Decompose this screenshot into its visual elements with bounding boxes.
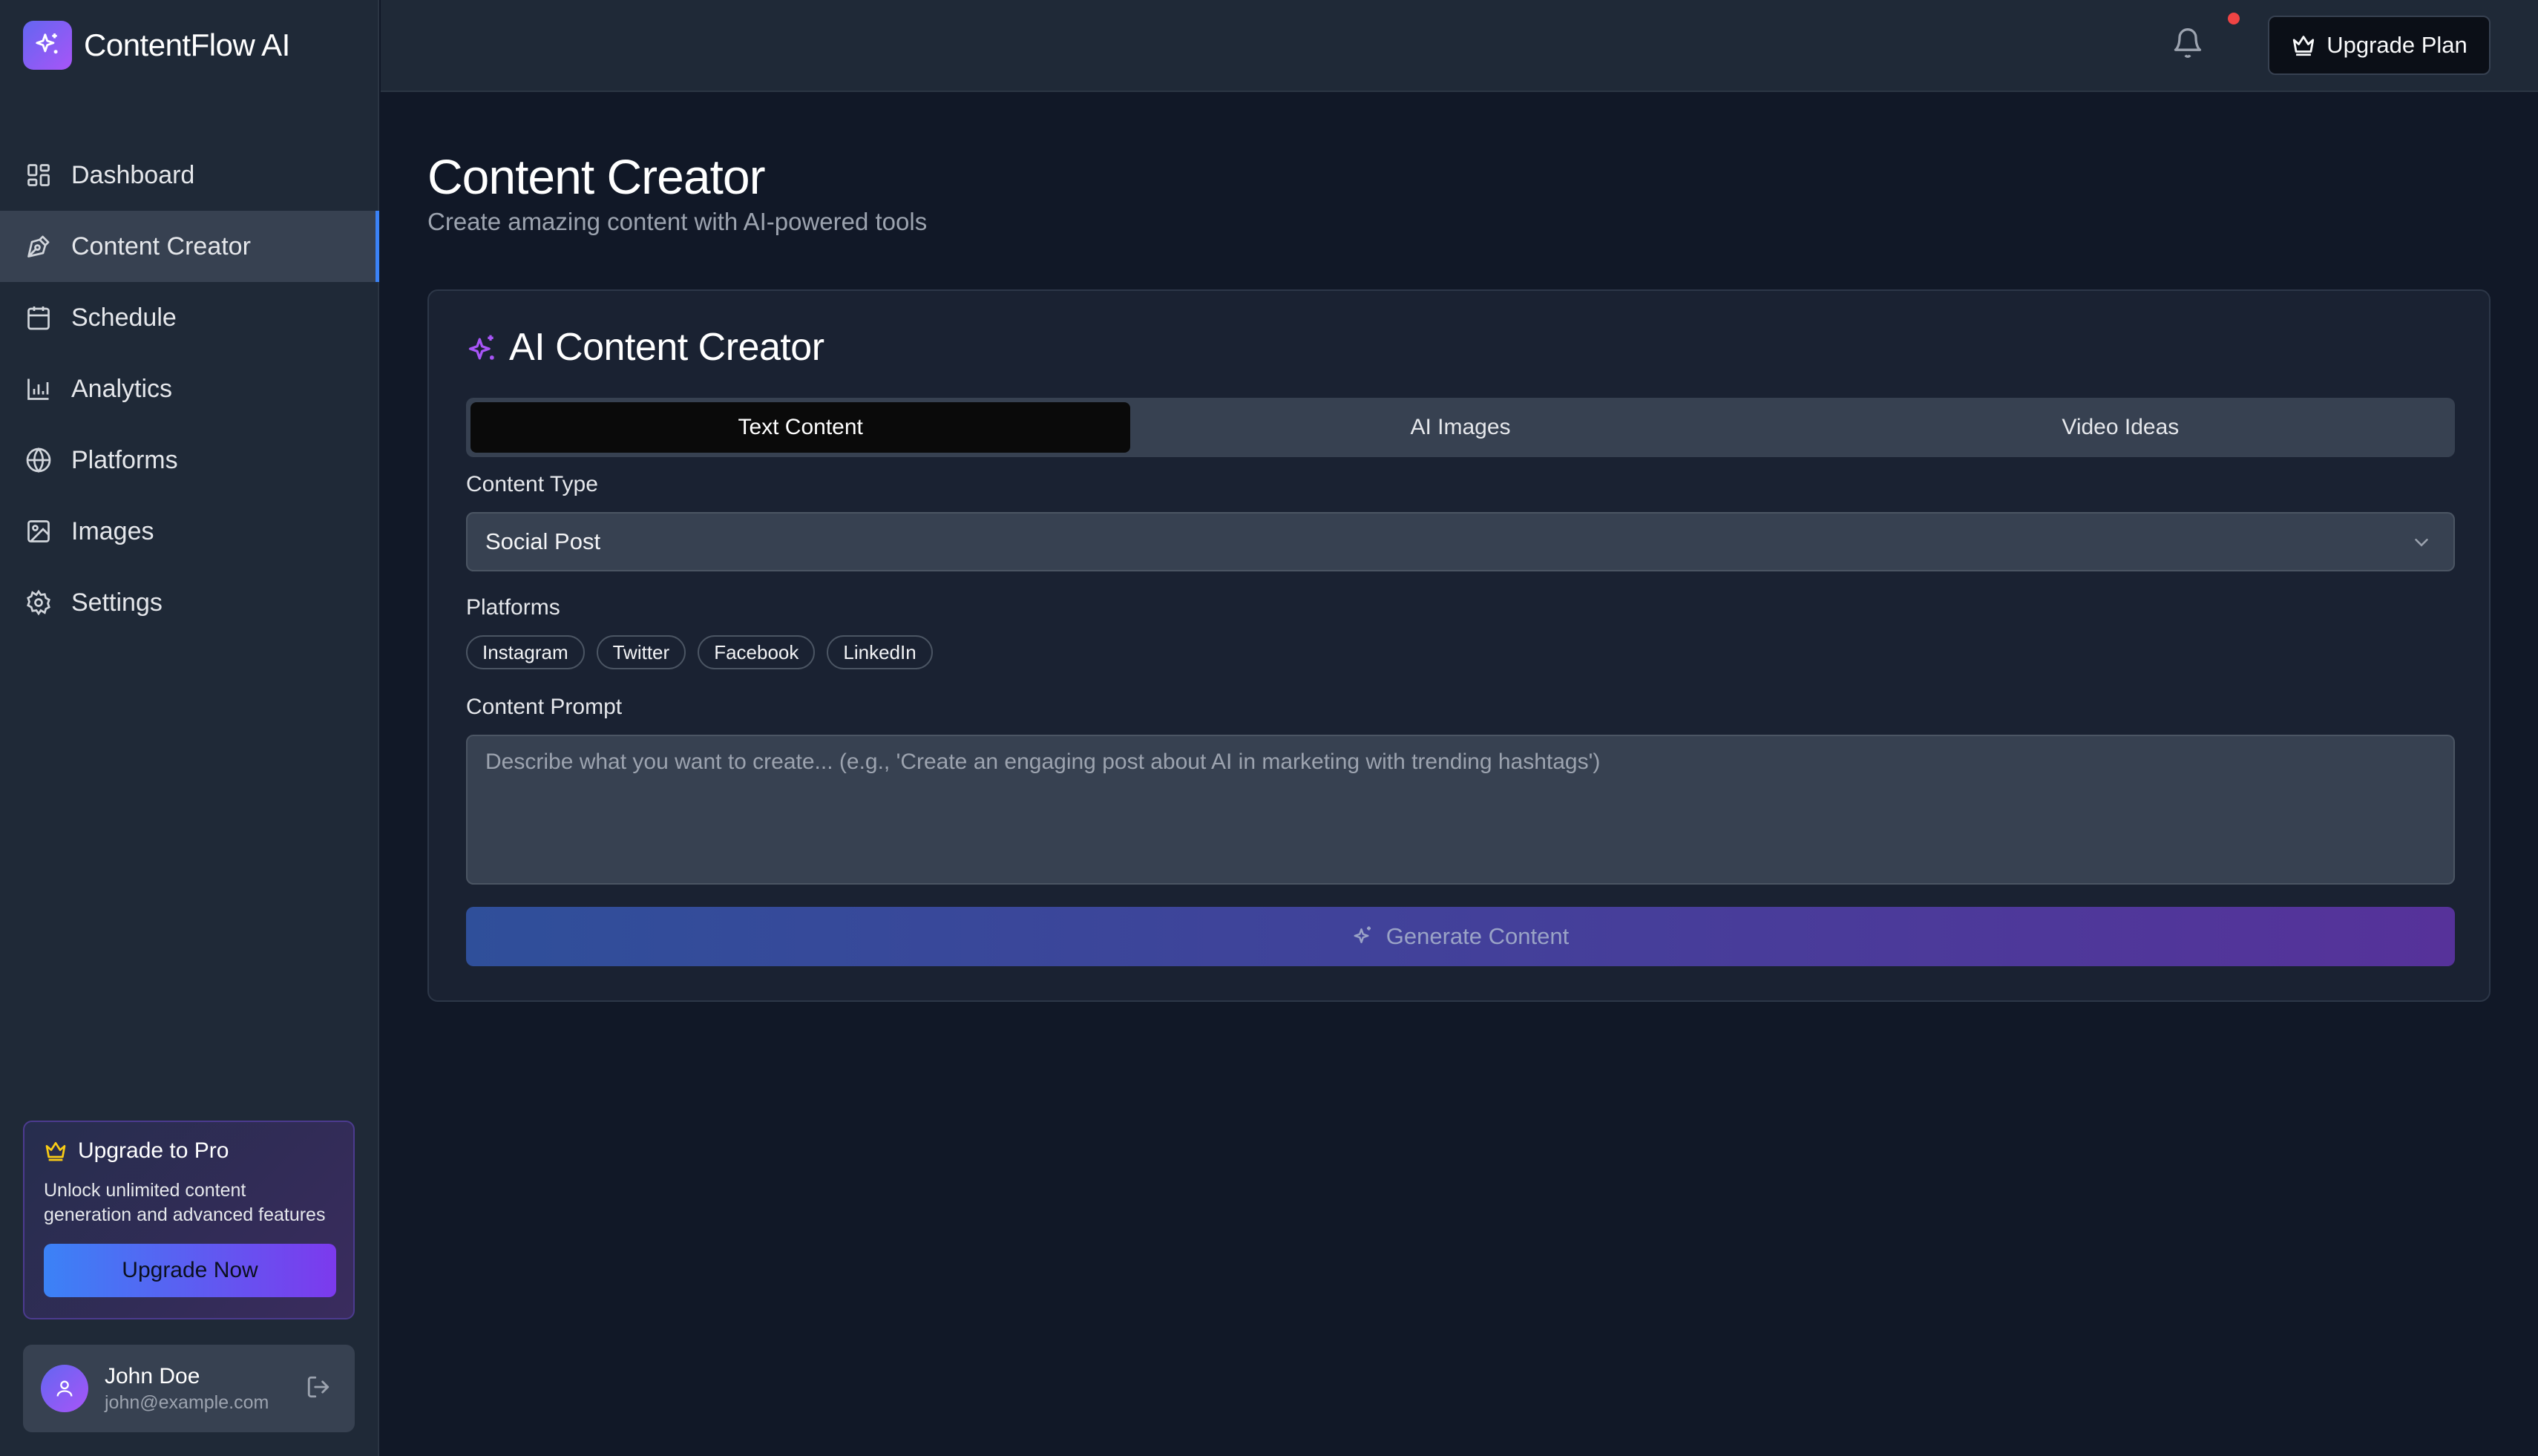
sidebar-item-schedule[interactable]: Schedule <box>0 282 379 353</box>
sidebar-item-label: Images <box>71 517 154 545</box>
tab-ai-images[interactable]: AI Images <box>1130 402 1790 453</box>
sidebar-item-label: Analytics <box>71 374 173 403</box>
generate-content-button[interactable]: Generate Content <box>466 907 2455 966</box>
avatar <box>41 1365 88 1412</box>
chevron-down-icon <box>2410 531 2434 555</box>
content-prompt-label: Content Prompt <box>466 695 623 719</box>
image-icon <box>24 517 53 546</box>
generate-content-label: Generate Content <box>1386 923 1570 949</box>
platform-chip-instagram[interactable]: Instagram <box>466 635 585 669</box>
page-title: Content Creator <box>427 149 766 204</box>
sidebar-item-images[interactable]: Images <box>0 496 379 567</box>
user-card[interactable]: John Doe john@example.com <box>23 1345 355 1432</box>
sidebar-item-label: Settings <box>71 588 163 617</box>
sidebar-item-label: Content Creator <box>71 232 251 260</box>
globe-icon <box>24 445 53 475</box>
user-email: john@example.com <box>105 1391 269 1413</box>
top-bar <box>381 0 2538 92</box>
sidebar-item-label: Dashboard <box>71 160 195 189</box>
platform-chips: Instagram Twitter Facebook LinkedIn <box>466 635 945 669</box>
upgrade-plan-button[interactable]: Upgrade Plan <box>2268 16 2491 75</box>
bar-chart-icon <box>24 374 53 404</box>
brand[interactable]: ContentFlow AI <box>23 21 290 70</box>
bell-icon[interactable] <box>2171 27 2207 62</box>
tab-text-content[interactable]: Text Content <box>470 402 1131 453</box>
upgrade-plan-label: Upgrade Plan <box>2326 32 2468 58</box>
sidebar-item-dashboard[interactable]: Dashboard <box>0 140 379 211</box>
content-type-select[interactable]: Social Post <box>466 512 2455 571</box>
sidebar-item-content-creator[interactable]: Content Creator <box>0 211 379 282</box>
card-title-text: AI Content Creator <box>509 326 824 369</box>
sidebar: ContentFlow AI Dashboard Content Creator… <box>0 0 379 1456</box>
gear-icon <box>24 588 53 617</box>
ai-content-creator-card: AI Content Creator Text Content AI Image… <box>427 289 2491 1002</box>
upgrade-promo-card: Upgrade to Pro Unlock unlimited content … <box>23 1121 355 1319</box>
platform-chip-facebook[interactable]: Facebook <box>698 635 816 669</box>
sidebar-item-analytics[interactable]: Analytics <box>0 353 379 424</box>
promo-title: Upgrade to Pro <box>44 1138 334 1164</box>
crown-icon <box>44 1139 68 1163</box>
app-name: ContentFlow AI <box>84 27 290 62</box>
sidebar-item-label: Platforms <box>71 445 178 474</box>
content-type-value: Social Post <box>485 528 601 554</box>
page-subtitle: Create amazing content with AI-powered t… <box>427 208 928 235</box>
user-info: John Doe john@example.com <box>105 1364 269 1414</box>
card-title: AI Content Creator <box>466 325 824 370</box>
platform-chip-twitter[interactable]: Twitter <box>596 635 686 669</box>
sparkles-logo-icon <box>23 21 72 70</box>
sidebar-item-settings[interactable]: Settings <box>0 567 379 638</box>
sidebar-item-label: Schedule <box>71 303 177 332</box>
platform-chip-linkedin[interactable]: LinkedIn <box>827 635 933 669</box>
dashboard-icon <box>24 160 53 190</box>
tab-video-ideas[interactable]: Video Ideas <box>1791 402 2450 453</box>
creator-tabs: Text Content AI Images Video Ideas <box>466 398 2455 457</box>
sidebar-nav: Dashboard Content Creator Schedule Analy… <box>0 140 379 638</box>
sidebar-item-platforms[interactable]: Platforms <box>0 424 379 496</box>
crown-icon <box>2291 33 2316 58</box>
promo-title-text: Upgrade to Pro <box>78 1138 229 1163</box>
upgrade-now-button[interactable]: Upgrade Now <box>44 1244 336 1297</box>
content-prompt-textarea[interactable]: Describe what you want to create... (e.g… <box>466 735 2455 885</box>
user-name: John Doe <box>105 1363 200 1388</box>
logout-icon[interactable] <box>306 1374 332 1401</box>
content-type-label: Content Type <box>466 472 598 496</box>
pen-tool-icon <box>24 232 53 261</box>
platforms-label: Platforms <box>466 595 560 620</box>
sparkles-icon <box>1352 925 1376 948</box>
promo-description: Unlock unlimited content generation and … <box>44 1180 326 1225</box>
notification-dot <box>2228 13 2240 24</box>
calendar-icon <box>24 303 53 332</box>
sparkles-icon <box>466 330 500 364</box>
